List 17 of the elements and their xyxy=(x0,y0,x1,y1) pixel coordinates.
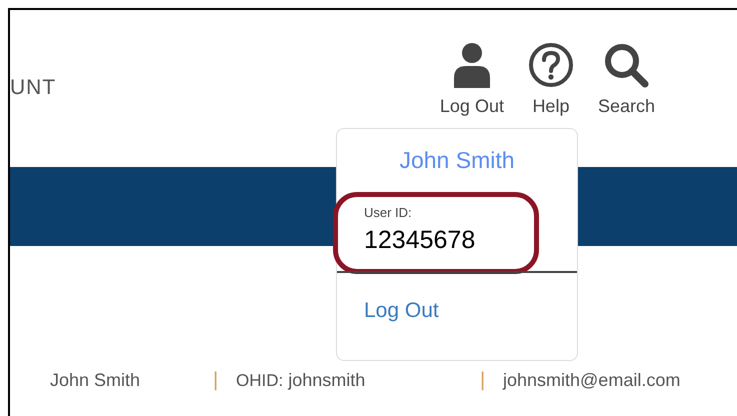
profile-value: John Smith xyxy=(50,370,140,391)
ohid-label: OHID: xyxy=(236,371,284,391)
search-button[interactable]: Search xyxy=(598,42,655,117)
profile-value: johnsmith@email.com xyxy=(503,370,680,391)
help-icon xyxy=(528,42,574,88)
separator: | xyxy=(213,369,220,392)
user-name: John Smith xyxy=(398,147,516,174)
search-icon xyxy=(603,42,650,88)
profile-value: johnsmith xyxy=(288,370,366,391)
nav-item[interactable]: UNT xyxy=(10,76,56,100)
log-out-link[interactable]: Log Out xyxy=(364,299,439,323)
user-id-label: User ID: xyxy=(364,205,413,220)
log-out-button[interactable]: Log Out xyxy=(440,42,504,117)
person-icon xyxy=(452,42,492,88)
user-id: 12345678 xyxy=(364,226,476,255)
help-button[interactable]: Help xyxy=(528,42,574,117)
separator: | xyxy=(480,369,486,392)
